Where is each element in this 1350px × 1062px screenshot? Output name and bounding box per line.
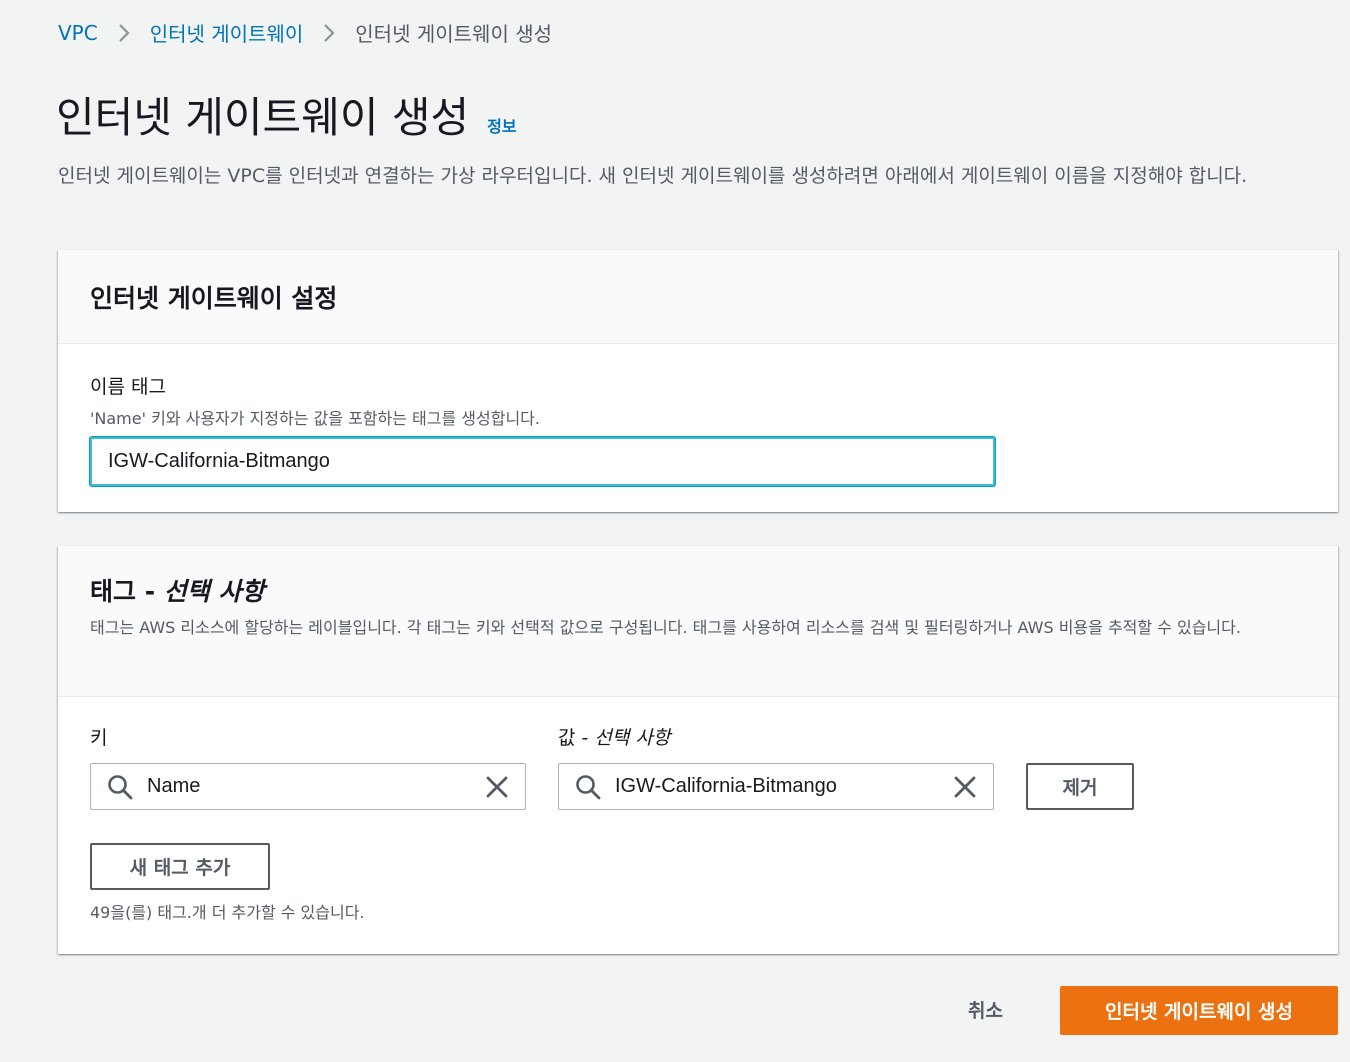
tags-description: 태그는 AWS 리소스에 할당하는 레이블입니다. 각 태그는 키와 선택적 값… [90,618,1241,637]
tag-key-value: Name [147,775,201,797]
panel-title-main: 태그 - [90,577,164,606]
panel-body: 이름 태그 'Name' 키와 사용자가 지정하는 값을 포함하는 태그를 생성… [58,344,1338,514]
chevron-right-icon [118,23,130,43]
breadcrumb-current: 인터넷 게이트웨이 생성 [355,22,552,46]
tags-panel: 태그 - 선택 사항 태그는 AWS 리소스에 할당하는 레이블입니다. 각 태… [58,546,1338,954]
panel-title-optional: 선택 사항 [163,577,265,606]
search-icon [107,774,133,800]
panel-header: 태그 - 선택 사항 태그는 AWS 리소스에 할당하는 레이블입니다. 각 태… [58,546,1338,697]
value-label-main: 값 - [558,727,595,749]
breadcrumb-vpc-link[interactable]: VPC [58,21,98,45]
name-tag-input[interactable] [90,437,995,486]
tag-value-value: IGW-California-Bitmango [615,775,837,797]
panel-title: 인터넷 게이트웨이 설정 [90,283,338,313]
search-icon [575,774,601,800]
panel-body: 키 값 - 선택 사항 Name IGW-California-Bitmango… [58,697,1338,953]
page-description: 인터넷 게이트웨이는 VPC를 인터넷과 연결하는 가상 라우터입니다. 새 인… [58,165,1248,187]
info-link[interactable]: 정보 [487,113,516,137]
tag-value-input[interactable]: IGW-California-Bitmango [558,763,994,810]
page-title: 인터넷 게이트웨이 생성 정보 [56,84,517,145]
add-tag-button[interactable]: 새 태그 추가 [90,843,270,890]
create-igw-button[interactable]: 인터넷 게이트웨이 생성 [1060,986,1338,1035]
close-icon[interactable] [485,775,509,799]
tag-limit-text: 49을(를) 태그.개 더 추가할 수 있습니다. [90,903,365,922]
key-column-label: 키 [90,727,108,749]
breadcrumb: VPC 인터넷 게이트웨이 인터넷 게이트웨이 생성 [58,18,552,47]
cancel-button[interactable]: 취소 [968,996,1003,1023]
chevron-right-icon [323,23,335,43]
igw-settings-panel: 인터넷 게이트웨이 설정 이름 태그 'Name' 키와 사용자가 지정하는 값… [58,250,1338,512]
value-column-label: 값 - 선택 사항 [558,723,670,750]
value-label-optional: 선택 사항 [594,727,671,749]
panel-title: 태그 - 선택 사항 [90,572,1306,608]
page-title-text: 인터넷 게이트웨이 생성 [56,93,470,142]
name-tag-label: 이름 태그 [90,376,166,398]
panel-header: 인터넷 게이트웨이 설정 [58,250,1338,344]
close-icon[interactable] [953,775,977,799]
name-tag-description: 'Name' 키와 사용자가 지정하는 값을 포함하는 태그를 생성합니다. [90,409,540,428]
tag-key-input[interactable]: Name [90,763,526,810]
remove-tag-button[interactable]: 제거 [1026,763,1134,810]
breadcrumb-igw-link[interactable]: 인터넷 게이트웨이 [150,18,304,47]
